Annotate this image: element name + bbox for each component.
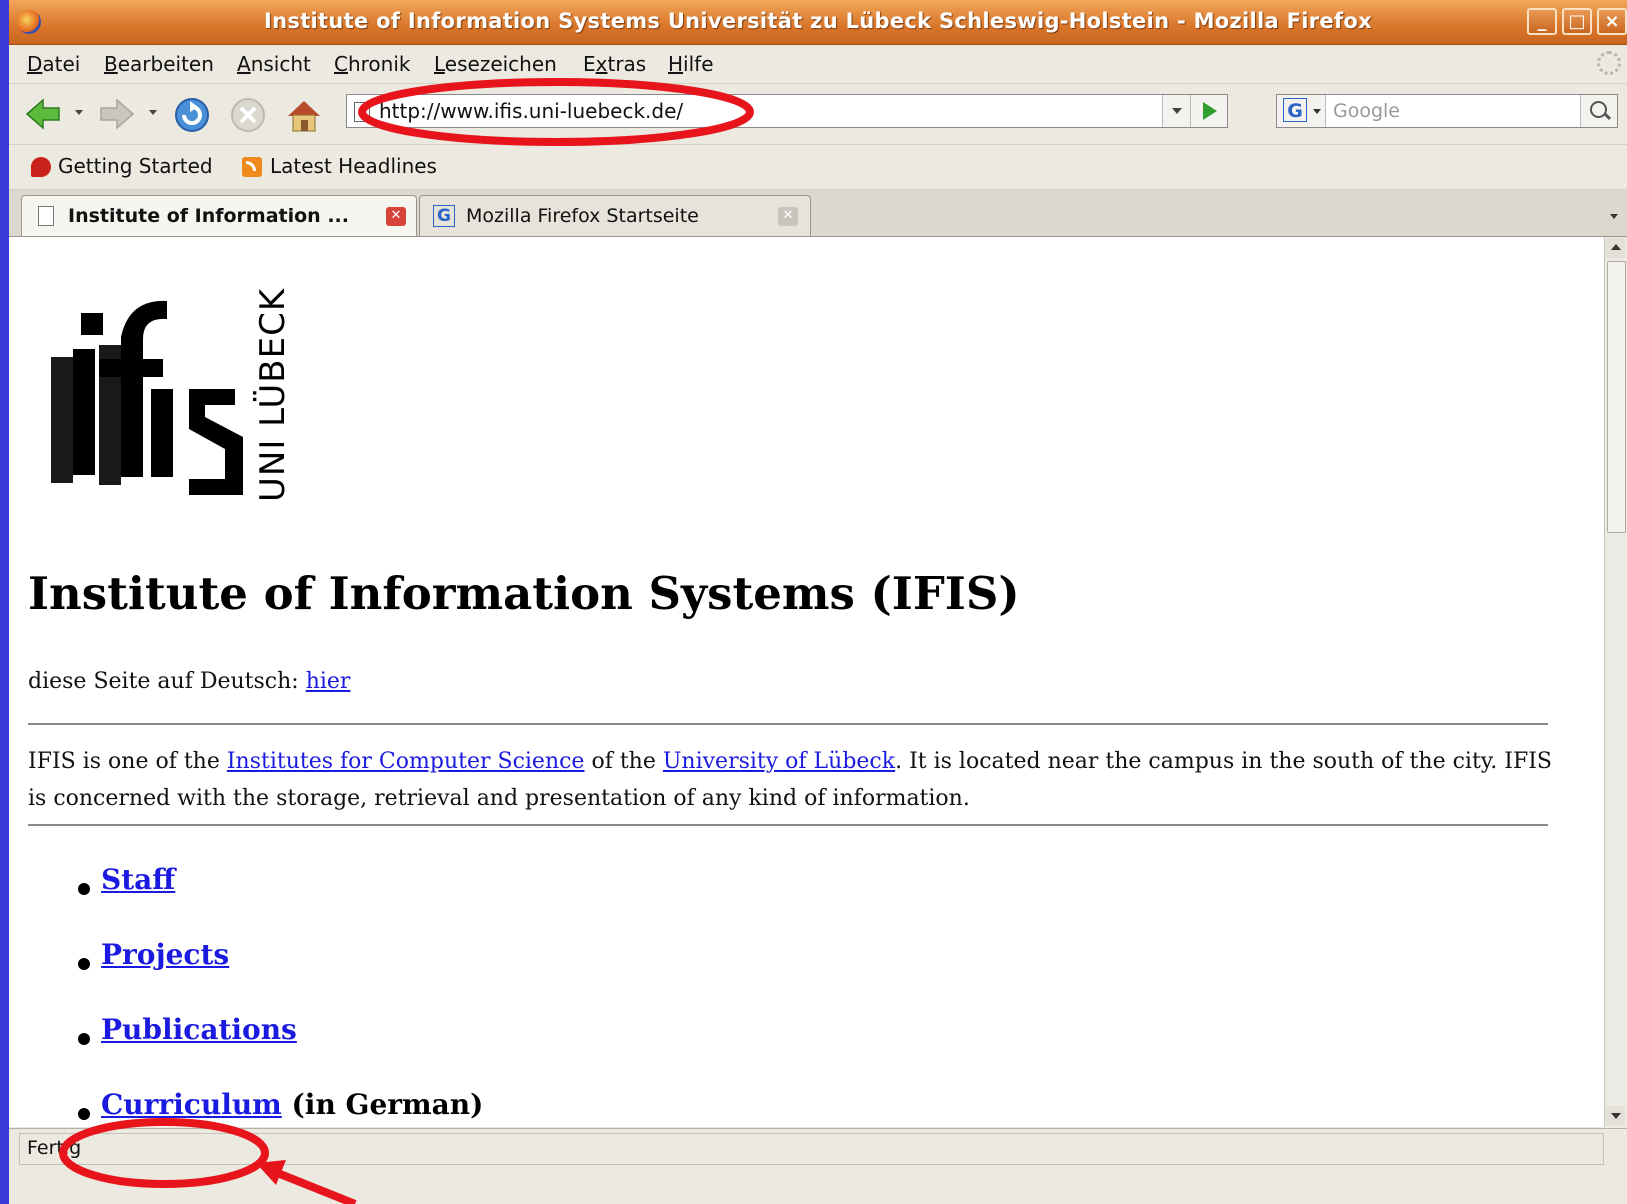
url-bar[interactable]: http://www.ifis.uni-luebeck.de/ (346, 94, 1228, 128)
search-input[interactable]: Google (1333, 100, 1400, 122)
chevron-down-icon (1313, 109, 1321, 114)
close-tab-icon[interactable]: ✕ (778, 207, 798, 226)
menu-ansicht[interactable]: Ansicht (237, 52, 311, 76)
close-tab-icon[interactable]: ✕ (386, 207, 406, 226)
url-history-dropdown-icon[interactable] (1162, 95, 1191, 127)
back-arrow-icon[interactable] (23, 96, 63, 132)
intro-paragraph: IFIS is one of the Institutes for Comput… (28, 749, 1552, 811)
minimize-button[interactable]: _ (1527, 8, 1557, 35)
url-text[interactable]: http://www.ifis.uni-luebeck.de/ (379, 99, 683, 123)
curriculum-link[interactable]: Curriculum (101, 1088, 282, 1121)
divider (28, 824, 1548, 826)
status-field (19, 1133, 1604, 1165)
menu-bar: Datei Bearbeiten Ansicht Chronik Lesezei… (9, 45, 1627, 84)
firefox-window: Institute of Information Systems Univers… (9, 0, 1627, 1204)
menu-extras[interactable]: Extras (583, 52, 646, 76)
stop-icon[interactable] (228, 96, 268, 134)
navigation-toolbar: http://www.ifis.uni-luebeck.de/ G Google (9, 84, 1627, 145)
window-title: Institute of Information Systems Univers… (264, 9, 1372, 33)
language-switch: diese Seite auf Deutsch: hier (28, 669, 350, 694)
bullet (78, 1033, 90, 1045)
status-text: Fertig (27, 1137, 82, 1159)
forward-arrow-icon[interactable] (97, 96, 137, 132)
bookmarks-toolbar: Getting Started Latest Headlines (9, 145, 1627, 190)
menu-datei[interactable]: Datei (27, 52, 80, 76)
tab-label: Institute of Information ... (68, 205, 349, 227)
maximize-button[interactable]: □ (1562, 8, 1592, 35)
institutes-link[interactable]: Institutes for Computer Science (227, 749, 585, 774)
reload-icon[interactable] (172, 96, 212, 134)
language-switch-text: diese Seite auf Deutsch: (28, 669, 306, 694)
search-engine-selector[interactable]: G (1277, 95, 1326, 127)
google-icon: G (433, 205, 455, 227)
bullet (78, 1108, 90, 1120)
projects-link[interactable]: Projects (101, 938, 229, 971)
ifis-logo: UNI LÜBECK (51, 287, 289, 502)
university-link[interactable]: University of Lübeck (663, 749, 895, 774)
go-button[interactable] (1190, 95, 1227, 127)
scroll-down-arrow-icon[interactable] (1606, 1106, 1625, 1126)
tab-label: Mozilla Firefox Startseite (466, 205, 699, 227)
menu-lesezeichen[interactable]: Lesezeichen (434, 52, 557, 76)
page-icon (354, 102, 370, 122)
vertical-scrollbar[interactable] (1604, 237, 1627, 1127)
document-icon (38, 206, 54, 226)
status-bar: Fertig (9, 1128, 1627, 1169)
search-button[interactable] (1580, 95, 1617, 127)
tab-list-dropdown-icon[interactable] (1601, 196, 1627, 236)
staff-link[interactable]: Staff (101, 863, 175, 896)
menu-bearbeiten[interactable]: Bearbeiten (104, 52, 214, 76)
bullet (78, 883, 90, 895)
google-icon: G (1283, 98, 1307, 122)
curriculum-suffix: (in German) (281, 1088, 484, 1121)
page-title: Institute of Information Systems (IFIS) (28, 567, 1020, 620)
tab-ifis[interactable]: Institute of Information ... ✕ (21, 195, 417, 236)
scroll-thumb[interactable] (1607, 261, 1626, 533)
bookmark-getting-started[interactable]: Getting Started (58, 154, 213, 178)
forward-history-dropdown-icon[interactable] (149, 110, 157, 115)
page-content: UNI LÜBECK Institute of Information Syst… (9, 237, 1605, 1127)
publications-link[interactable]: Publications (101, 1013, 297, 1046)
title-bar[interactable]: Institute of Information Systems Univers… (9, 0, 1627, 45)
divider (28, 723, 1548, 725)
home-icon[interactable] (284, 96, 324, 134)
logo-vertical-text: UNI LÜBECK (252, 287, 289, 502)
tab-firefox-startseite[interactable]: G Mozilla Firefox Startseite ✕ (419, 195, 811, 236)
activity-throbber-icon (1597, 51, 1621, 75)
bookmark-latest-headlines[interactable]: Latest Headlines (270, 154, 437, 178)
german-version-link[interactable]: hier (306, 669, 351, 694)
search-box[interactable]: G Google (1276, 94, 1618, 128)
tab-bar: Institute of Information ... ✕ G Mozilla… (9, 190, 1627, 237)
bullet (78, 958, 90, 970)
scroll-up-arrow-icon[interactable] (1606, 238, 1625, 258)
menu-hilfe[interactable]: Hilfe (668, 52, 714, 76)
back-history-dropdown-icon[interactable] (75, 110, 83, 115)
getting-started-icon (31, 157, 51, 177)
menu-chronik[interactable]: Chronik (334, 52, 410, 76)
close-window-button[interactable]: × (1597, 8, 1627, 35)
rss-feed-icon (242, 157, 262, 177)
